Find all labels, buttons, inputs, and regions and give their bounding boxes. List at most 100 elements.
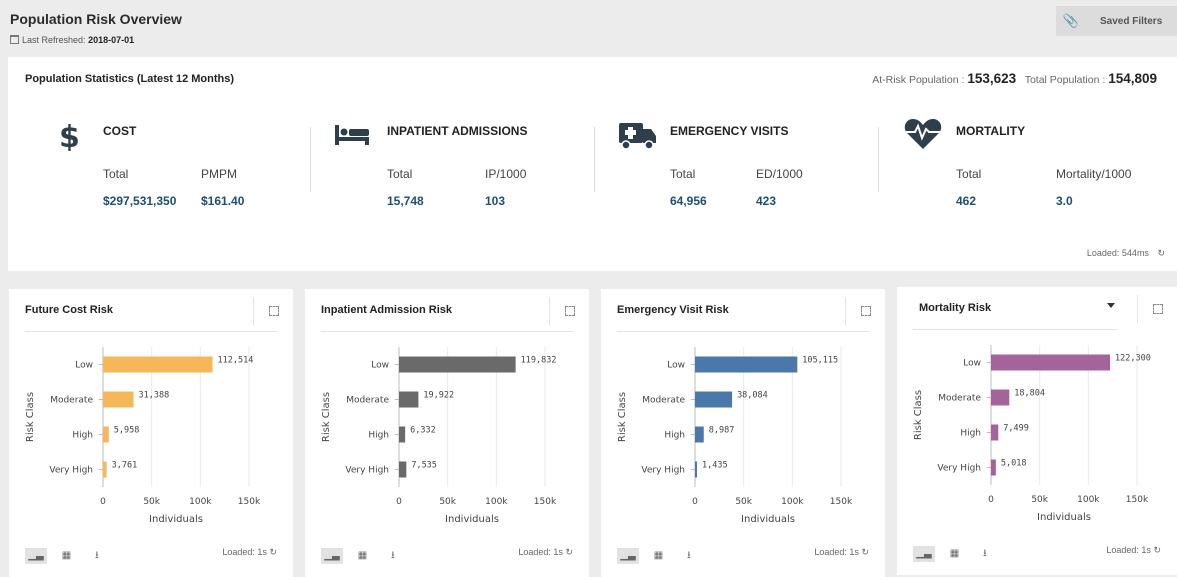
download-icon[interactable]: ⭳ (678, 548, 700, 564)
bar (695, 391, 733, 408)
category-label: High (72, 431, 93, 441)
metric-sub-total: Total (670, 167, 696, 181)
data-label: 119,832 (521, 356, 557, 366)
chart-footer: ▁▃ ▦ ⭳ Loaded: 1s ↻ (617, 545, 869, 564)
population-summary: At-Risk Population : 153,623 Total Popul… (872, 71, 1157, 86)
metric-mortality: MORTALITY Total Mortality/1000 462 3.0 (903, 117, 1177, 208)
table-view-icon[interactable]: ▦ (647, 548, 669, 564)
y-axis-title: Risk Class (25, 392, 36, 442)
data-label: 1,435 (702, 461, 728, 471)
category-label: High (664, 431, 685, 441)
calendar-icon (10, 35, 19, 44)
chart-card-emergency-visit-risk: Emergency Visit Risk 0 50k 100k 150k Low 105,… (601, 289, 885, 577)
loaded-status: Loaded: 1s ↻ (222, 547, 277, 558)
risk-bar-chart: 0 50k 100k 150k Low 122,300 Moderate 18,804 High… (913, 345, 1151, 523)
divider (913, 329, 1117, 330)
at-risk-label: At-Risk Population : (872, 74, 965, 86)
x-tick-label: 50k (735, 497, 752, 507)
download-icon[interactable]: ⭳ (974, 546, 996, 562)
bar (991, 459, 996, 476)
y-axis-title: Risk Class (617, 392, 628, 442)
saved-filters-button[interactable]: 📎 Saved Filters (1056, 6, 1177, 36)
metric-value-total: $297,531,350 (103, 194, 177, 208)
refresh-icon[interactable]: ↻ (1153, 545, 1161, 555)
bar (399, 461, 407, 478)
y-axis-title: Risk Class (913, 390, 924, 440)
x-tick-label: 100k (485, 497, 508, 507)
risk-bar-chart: 0 50k 100k 150k Low 119,832 Moderate 19,922 High… (321, 347, 557, 525)
loaded-text: Loaded: 1s (222, 547, 267, 557)
category-label: Low (371, 361, 389, 371)
refresh-icon[interactable]: ↻ (565, 547, 573, 557)
metric-inpatient: INPATIENT ADMISSIONS Total IP/1000 15,74… (333, 117, 613, 208)
data-label: 6,332 (410, 426, 436, 436)
page-header: Population Risk Overview Last Refreshed:… (0, 0, 1177, 56)
x-axis-title: Individuals (1037, 512, 1091, 523)
metric-value-total: 462 (956, 194, 977, 208)
chart-card-mortality-risk: Mortality Risk 0 50k 100k 150k Low 122,300 Mod… (897, 287, 1177, 575)
loaded-text: Loaded: 544ms (1086, 248, 1149, 258)
data-label: 7,535 (411, 461, 437, 471)
bar-chart-view-icon[interactable]: ▁▃ (25, 548, 47, 564)
metric-title: COST (103, 124, 137, 138)
table-view-icon[interactable]: ▦ (351, 548, 373, 564)
category-label: Moderate (642, 396, 685, 406)
expand-icon[interactable] (253, 297, 293, 325)
x-tick-label: 0 (988, 495, 994, 505)
bar (991, 354, 1111, 371)
refresh-icon[interactable]: ↻ (269, 547, 277, 557)
data-label: 5,958 (114, 426, 140, 436)
bar (399, 356, 516, 373)
x-tick-label: 0 (692, 497, 698, 507)
data-label: 7,499 (1003, 424, 1029, 434)
x-tick-label: 0 (100, 497, 106, 507)
population-statistics-card: Population Statistics (Latest 12 Months)… (8, 57, 1177, 271)
x-axis-title: Individuals (149, 514, 203, 525)
category-label: High (960, 429, 981, 439)
ambulance-icon (619, 123, 656, 150)
svg-text:$: $ (59, 120, 80, 151)
metric-cost: $ COST Total PMPM $297,531,350 $161.40 (53, 117, 333, 208)
x-tick-label: 100k (189, 497, 212, 507)
data-label: 19,922 (423, 391, 454, 401)
x-tick-label: 150k (534, 497, 557, 507)
expand-icon[interactable] (845, 297, 885, 325)
chart-title-dropdown[interactable]: Mortality Risk (919, 302, 991, 314)
metric-value-rate: 103 (485, 194, 506, 208)
chart-title: Emergency Visit Risk (617, 304, 729, 316)
refresh-icon[interactable]: ↻ (1157, 248, 1165, 258)
x-axis-title: Individuals (741, 514, 795, 525)
category-label: Low (75, 361, 93, 371)
chevron-down-icon[interactable] (1107, 303, 1115, 308)
loaded-status: Loaded: 1s ↻ (1106, 545, 1161, 556)
x-axis-title: Individuals (445, 514, 499, 525)
table-view-icon[interactable]: ▦ (55, 548, 77, 564)
expand-icon[interactable] (1137, 295, 1177, 323)
category-label: Low (963, 359, 981, 369)
table-view-icon[interactable]: ▦ (943, 546, 965, 562)
category-label: Moderate (938, 394, 981, 404)
bar (991, 389, 1010, 406)
last-refreshed: Last Refreshed: 2018-07-01 (10, 35, 134, 45)
chart-footer: ▁▃ ▦ ⭳ Loaded: 1s ↻ (321, 545, 573, 564)
bar-chart-view-icon[interactable]: ▁▃ (617, 548, 639, 564)
expand-icon[interactable] (549, 297, 589, 325)
x-tick-label: 50k (143, 497, 160, 507)
at-risk-value: 153,623 (967, 71, 1017, 86)
data-label: 112,514 (218, 356, 254, 366)
chart-title: Future Cost Risk (25, 304, 114, 316)
x-tick-label: 100k (781, 497, 804, 507)
bed-icon (335, 125, 369, 145)
refresh-icon[interactable]: ↻ (861, 547, 869, 557)
bar-chart-view-icon[interactable]: ▁▃ (913, 546, 935, 562)
category-label: High (368, 431, 389, 441)
loaded-status: Loaded: 1s ↻ (518, 547, 573, 558)
bar (991, 424, 999, 441)
download-icon[interactable]: ⭳ (382, 548, 404, 564)
download-icon[interactable]: ⭳ (86, 548, 108, 564)
x-tick-label: 50k (439, 497, 456, 507)
paperclip-icon: 📎 (1062, 13, 1080, 28)
data-label: 8,987 (709, 426, 735, 436)
bar-chart-view-icon[interactable]: ▁▃ (321, 548, 343, 564)
category-label: Very High (345, 466, 389, 476)
